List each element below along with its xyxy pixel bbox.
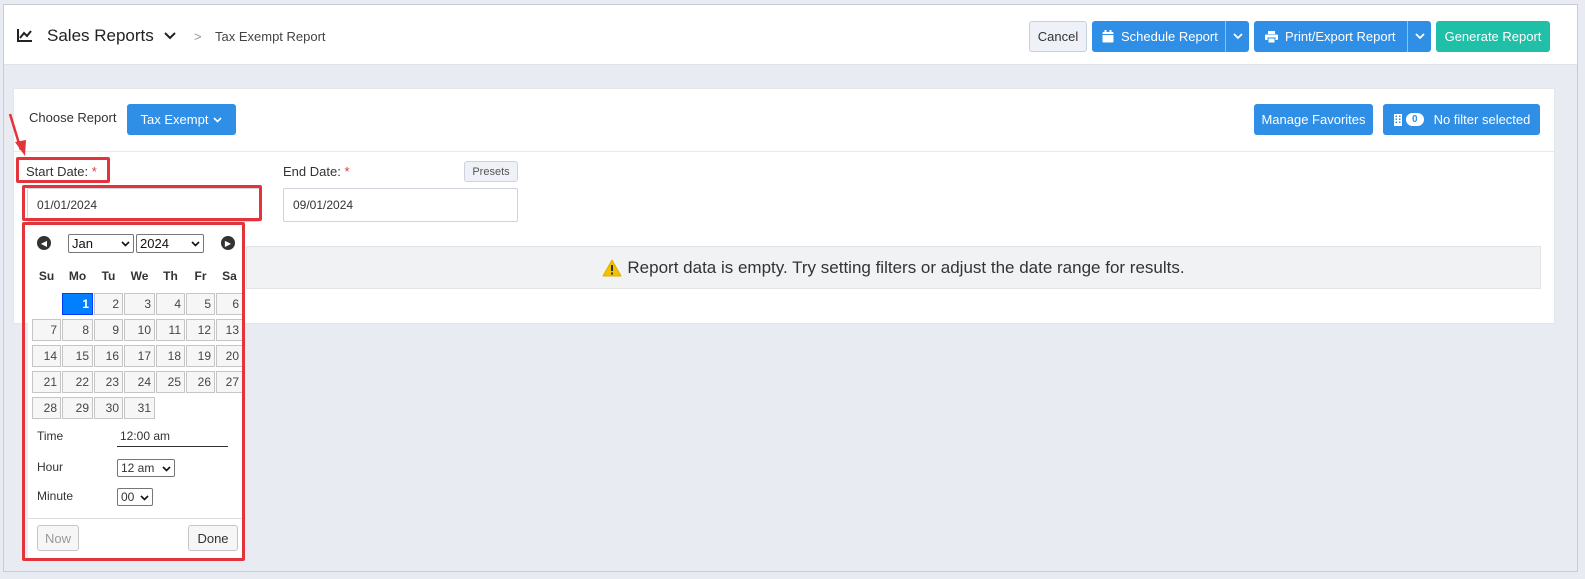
- generate-report-button[interactable]: Generate Report: [1436, 21, 1550, 52]
- print-export-label: Print/Export Report: [1285, 29, 1396, 44]
- chevron-down-icon[interactable]: [164, 32, 176, 40]
- empty-report-banner: Report data is empty. Try setting filter…: [246, 246, 1541, 289]
- filter-label: No filter selected: [1433, 112, 1531, 127]
- schedule-report-label: Schedule Report: [1121, 29, 1218, 44]
- warning-icon: [602, 259, 622, 276]
- filter-count-badge: 0: [1406, 113, 1424, 126]
- chart-line-icon: [17, 29, 32, 42]
- chevron-down-icon: [213, 116, 223, 123]
- annotation-arrow: [8, 113, 26, 156]
- chevron-down-icon: [1414, 33, 1425, 40]
- presets-button[interactable]: Presets: [464, 161, 518, 182]
- calendar-icon: [1102, 30, 1114, 43]
- printer-icon: [1265, 30, 1278, 43]
- annotation-start-date-input: [22, 185, 262, 221]
- report-select-button[interactable]: Tax Exempt: [127, 104, 236, 135]
- schedule-report-button[interactable]: Schedule Report: [1092, 21, 1249, 52]
- report-select-value: Tax Exempt: [140, 112, 209, 127]
- end-date-label: End Date: *: [283, 164, 350, 179]
- chevron-down-icon: [1232, 33, 1243, 40]
- filter-button[interactable]: 0 No filter selected: [1383, 104, 1540, 135]
- breadcrumb-separator: >: [194, 29, 202, 44]
- print-dropdown-toggle[interactable]: [1407, 21, 1431, 52]
- required-mark: *: [344, 164, 350, 179]
- end-date-label-text: End Date:: [283, 164, 341, 179]
- page-title: Sales Reports: [47, 26, 154, 45]
- schedule-dropdown-toggle[interactable]: [1225, 21, 1249, 52]
- annotation-start-date-label: [16, 157, 110, 183]
- breadcrumb-current: Tax Exempt Report: [215, 29, 326, 44]
- cancel-button[interactable]: Cancel: [1029, 21, 1087, 52]
- report-toolbar: Choose Report Tax Exempt Manage Favorite…: [14, 89, 1554, 152]
- end-date-value: 09/01/2024: [293, 198, 354, 212]
- end-date-input[interactable]: 09/01/2024: [283, 188, 518, 222]
- manage-favorites-button[interactable]: Manage Favorites: [1254, 104, 1373, 135]
- empty-report-message: Report data is empty. Try setting filter…: [627, 257, 1185, 277]
- print-export-button[interactable]: Print/Export Report: [1254, 21, 1431, 52]
- building-icon: [1394, 113, 1402, 126]
- header-bar: Sales Reports > Tax Exempt Report Cancel…: [4, 5, 1577, 65]
- annotation-date-picker: [22, 222, 245, 561]
- app-frame: Sales Reports > Tax Exempt Report Cancel…: [3, 4, 1578, 572]
